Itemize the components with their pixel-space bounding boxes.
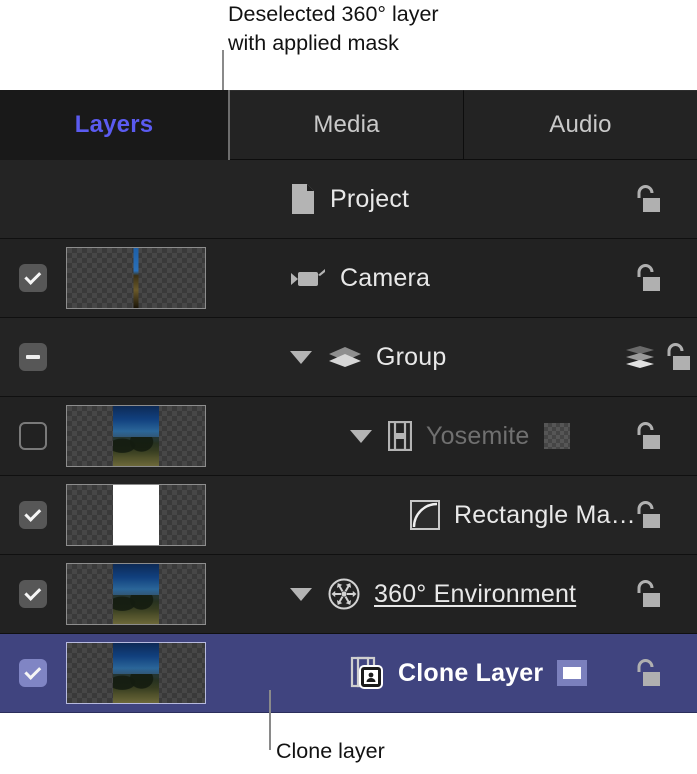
tab-layers-label: Layers	[75, 111, 154, 139]
layer-visibility-cell	[0, 659, 66, 687]
layer-row[interactable]: Rectangle Ma…	[0, 476, 697, 555]
layer-name-label: Rectangle Ma…	[454, 501, 636, 530]
layer-thumbnail	[66, 642, 206, 704]
unlocked-icon[interactable]	[633, 579, 661, 609]
layer-name-label: Project	[330, 185, 409, 214]
panel-tab-bar: Layers Media Audio	[0, 90, 697, 160]
layer-visibility-cell	[0, 501, 66, 529]
camera-icon	[290, 267, 326, 289]
visibility-checkbox[interactable]	[19, 422, 47, 450]
layer-row[interactable]: 360° Environment	[0, 555, 697, 634]
visibility-checkbox[interactable]	[19, 580, 47, 608]
disclosure-triangle-icon[interactable]	[290, 351, 312, 364]
group-layers-icon	[328, 346, 362, 368]
layer-name-label: Camera	[340, 264, 430, 293]
tab-audio-label: Audio	[549, 111, 611, 139]
layer-row[interactable]: Clone Layer	[0, 634, 697, 713]
layer-name-cell: Group	[206, 318, 625, 396]
layer-name-label: Group	[376, 343, 446, 372]
unlocked-icon[interactable]	[633, 500, 661, 530]
disclosure-triangle-icon[interactable]	[350, 430, 372, 443]
layer-lock-cell	[625, 421, 697, 451]
annotation-clone-layer: Clone layer	[276, 737, 385, 766]
layer-lock-cell	[625, 579, 697, 609]
clone-layer-icon	[350, 656, 384, 690]
layer-visibility-cell	[0, 422, 66, 450]
mask-applied-badge-icon	[544, 423, 570, 449]
tab-audio[interactable]: Audio	[464, 90, 697, 160]
layer-name-cell: Rectangle Ma…	[206, 476, 625, 554]
360-environment-icon	[328, 578, 360, 610]
layer-name-cell: 360° Environment	[206, 555, 625, 633]
layer-thumbnail	[66, 563, 206, 625]
layer-name-cell: Camera	[206, 239, 625, 317]
layer-visibility-cell	[0, 580, 66, 608]
annotation-deselected-360-layer: Deselected 360° layer with applied mask	[228, 0, 439, 58]
film-strip-icon	[388, 421, 412, 451]
layer-visibility-cell	[0, 343, 66, 371]
layer-thumbnail	[66, 247, 206, 309]
layer-name-label: Yosemite	[426, 422, 530, 451]
unlocked-icon[interactable]	[633, 658, 661, 688]
group-stack-icon	[625, 345, 655, 369]
document-icon	[290, 183, 316, 215]
layer-name-label: Clone Layer	[398, 659, 543, 688]
tab-layers[interactable]: Layers	[0, 90, 230, 160]
layer-thumbnail	[66, 484, 206, 546]
unlocked-icon[interactable]	[633, 421, 661, 451]
unlocked-icon[interactable]	[663, 342, 691, 372]
layer-name-label: 360° Environment	[374, 580, 576, 609]
layer-thumbnail-cell	[66, 642, 206, 704]
unlocked-icon[interactable]	[633, 263, 661, 293]
disclosure-triangle-icon[interactable]	[290, 588, 312, 601]
layer-lock-cell	[625, 184, 697, 214]
layer-name-cell: Yosemite	[206, 397, 625, 475]
callout-line-bottom-vertical	[269, 690, 271, 750]
layer-row[interactable]: Project	[0, 160, 697, 239]
visibility-checkbox[interactable]	[19, 343, 47, 371]
layer-visibility-cell	[0, 264, 66, 292]
layer-row[interactable]: Group	[0, 318, 697, 397]
layer-thumbnail	[66, 405, 206, 467]
layer-lock-cell	[625, 263, 697, 293]
tab-media-label: Media	[313, 111, 379, 139]
layer-row[interactable]: Camera	[0, 239, 697, 318]
layer-thumbnail-cell	[66, 405, 206, 467]
layer-list: Project Camera Group Yosemite Rectangle Ma… 3…	[0, 160, 697, 713]
visibility-checkbox[interactable]	[19, 501, 47, 529]
tab-media[interactable]: Media	[230, 90, 464, 160]
layer-lock-cell	[625, 658, 697, 688]
unlocked-icon[interactable]	[633, 184, 661, 214]
rectangle-mask-icon	[410, 500, 440, 530]
layer-lock-cell	[625, 342, 697, 372]
layer-thumbnail-cell	[66, 563, 206, 625]
visibility-checkbox[interactable]	[19, 659, 47, 687]
layer-thumbnail-cell	[66, 247, 206, 309]
layer-name-cell: Project	[206, 160, 625, 238]
layers-panel: Layers Media Audio Project Camera Group Yos…	[0, 90, 697, 707]
layer-thumbnail-cell	[66, 484, 206, 546]
clone-source-badge-icon	[557, 660, 587, 686]
layer-row[interactable]: Yosemite	[0, 397, 697, 476]
visibility-checkbox[interactable]	[19, 264, 47, 292]
